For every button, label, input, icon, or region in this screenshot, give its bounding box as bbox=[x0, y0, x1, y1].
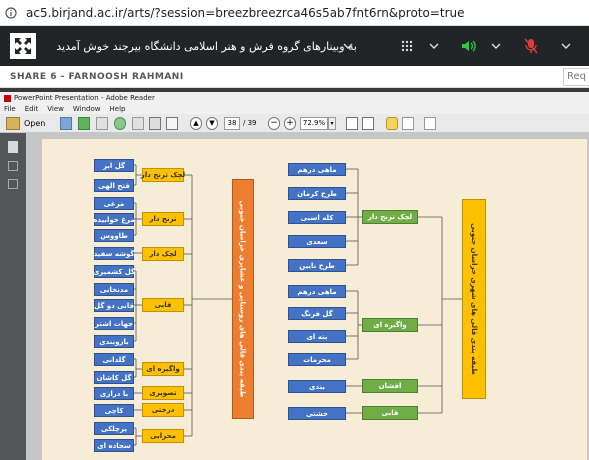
share-bar: SHARE 6 - FARNOOSH RAHMANI Req bbox=[0, 66, 589, 88]
highlight-icon[interactable] bbox=[402, 117, 414, 130]
zoom-in-icon[interactable]: + bbox=[284, 117, 296, 130]
right-blue-box: ماهی درهم bbox=[288, 285, 346, 298]
left-yellow-box: تصویری bbox=[142, 386, 184, 400]
zoom-dropdown-icon[interactable]: ▾ bbox=[328, 117, 336, 130]
right-blue-box: طرح کرمان bbox=[288, 187, 346, 200]
reader-toolbar: Open ▲ ▼ 38 / 39 − + 72.9% ▾ bbox=[0, 114, 589, 133]
slide-page: گل ابر فتح الهی مرغی مرغ خوابیده طاووس گ… bbox=[42, 139, 587, 460]
speaker-icon[interactable] bbox=[456, 26, 482, 66]
apps-grid-icon[interactable] bbox=[396, 26, 418, 66]
mic-muted-icon[interactable] bbox=[518, 26, 544, 66]
url-text[interactable]: ac5.birjand.ac.ir/arts/?session=breezbre… bbox=[26, 6, 465, 20]
previous-page-icon[interactable]: ▲ bbox=[190, 117, 202, 130]
left-root-label: طبقه بندی قالی های روستایی و عشایری خراس… bbox=[239, 200, 247, 398]
signatures-icon[interactable] bbox=[8, 179, 18, 189]
right-blue-box: سعدی bbox=[288, 235, 346, 248]
left-blue-box: با درازی bbox=[94, 387, 134, 400]
left-yellow-box: واگیره ای bbox=[142, 362, 184, 376]
right-green-box: افشان bbox=[362, 379, 418, 393]
left-yellow-box: لچک ترنج دار bbox=[141, 168, 185, 182]
left-blue-box: گل ابر bbox=[94, 159, 134, 172]
reader-window-title: PowerPoint Presentation - Adobe Reader bbox=[14, 94, 155, 102]
right-blue-box: کله اسبی bbox=[288, 211, 346, 224]
chevron-down-icon[interactable] bbox=[340, 26, 356, 66]
left-blue-box: کاچی bbox=[94, 404, 134, 417]
pdf-app-icon bbox=[4, 94, 11, 102]
zoom-level-input[interactable]: 72.9% bbox=[300, 117, 328, 130]
left-blue-box: فتح الهی bbox=[94, 179, 134, 192]
meeting-title: به وبینارهای گروه فرش و هنر اسلامی دانشگ… bbox=[56, 39, 357, 53]
right-blue-box: گل فرنگ bbox=[288, 307, 346, 320]
reader-title-bar: PowerPoint Presentation - Adobe Reader bbox=[0, 92, 589, 104]
chevron-down-icon[interactable] bbox=[486, 26, 506, 66]
left-blue-box: طاووس bbox=[94, 229, 134, 242]
reader-side-panel bbox=[0, 133, 26, 460]
left-blue-box: جهات اشتر bbox=[94, 317, 134, 330]
reader-menu-bar: File Edit View Window Help bbox=[0, 104, 589, 114]
page-total: / 39 bbox=[243, 119, 257, 127]
copy-icon[interactable] bbox=[132, 117, 144, 130]
left-root-box: طبقه بندی قالی های روستایی و عشایری خراس… bbox=[232, 179, 254, 419]
left-blue-box: مرغی bbox=[94, 197, 134, 210]
attachments-icon[interactable] bbox=[8, 161, 18, 171]
left-blue-box: قابی دو گل bbox=[94, 299, 134, 312]
left-yellow-box: ترنج دار bbox=[142, 212, 184, 226]
fit-page-icon[interactable] bbox=[346, 117, 358, 130]
app-logo bbox=[10, 33, 36, 59]
chevron-down-icon[interactable] bbox=[556, 26, 576, 66]
sign-icon[interactable] bbox=[424, 117, 436, 130]
left-yellow-box: درختی bbox=[142, 403, 184, 417]
left-blue-box: گل کشمیری bbox=[93, 265, 135, 278]
page-number-input[interactable]: 38 bbox=[224, 117, 240, 130]
browser-url-bar[interactable]: ac5.birjand.ac.ir/arts/?session=breezbre… bbox=[0, 0, 589, 26]
right-green-box: واگیره ای bbox=[362, 318, 418, 332]
save-icon[interactable] bbox=[96, 117, 108, 130]
meeting-top-bar: به وبینارهای گروه فرش و هنر اسلامی دانشگ… bbox=[0, 26, 589, 66]
left-blue-box: گلدانی bbox=[94, 353, 134, 366]
open-folder-icon[interactable] bbox=[6, 117, 20, 130]
document-canvas[interactable]: گل ابر فتح الهی مرغی مرغ خوابیده طاووس گ… bbox=[26, 133, 589, 460]
left-blue-box: پرچلکی bbox=[94, 422, 134, 435]
right-blue-box: محرمات bbox=[288, 353, 346, 366]
share-icon[interactable] bbox=[78, 117, 90, 130]
comment-icon[interactable] bbox=[386, 117, 398, 130]
menu-help[interactable]: Help bbox=[110, 105, 126, 113]
next-page-icon[interactable]: ▼ bbox=[206, 117, 218, 130]
menu-edit[interactable]: Edit bbox=[25, 105, 39, 113]
info-icon[interactable] bbox=[4, 6, 18, 20]
right-blue-box: بندی bbox=[288, 380, 346, 393]
fit-width-icon[interactable] bbox=[362, 117, 374, 130]
right-root-label: طبقه بندی قالی های شهری خراسان جنوبی bbox=[470, 223, 478, 375]
email-icon[interactable] bbox=[166, 117, 178, 130]
menu-file[interactable]: File bbox=[4, 105, 16, 113]
right-green-box: قابی bbox=[362, 406, 418, 420]
request-button[interactable]: Req bbox=[563, 68, 589, 86]
left-blue-box: مدنخانی bbox=[94, 283, 134, 296]
pdf-reader-window: PowerPoint Presentation - Adobe Reader F… bbox=[0, 92, 589, 460]
share-title: SHARE 6 - FARNOOSH RAHMANI bbox=[10, 71, 184, 82]
menu-view[interactable]: View bbox=[47, 105, 64, 113]
right-blue-box: بته ای bbox=[288, 330, 346, 343]
left-blue-box: سجاده ای bbox=[94, 439, 134, 452]
upload-icon[interactable] bbox=[114, 117, 126, 130]
zoom-out-icon[interactable]: − bbox=[268, 117, 280, 130]
create-pdf-icon[interactable] bbox=[60, 117, 72, 130]
left-blue-box: گل کاشان bbox=[94, 371, 134, 384]
left-blue-box: گوشه سفید bbox=[94, 247, 134, 260]
left-blue-box: مرغ خوابیده bbox=[93, 213, 135, 226]
right-green-box: لچک ترنج دار bbox=[362, 210, 418, 224]
left-yellow-box: لچک دار bbox=[142, 247, 184, 261]
right-blue-box: ماهی درهم bbox=[288, 163, 346, 176]
chevron-down-icon[interactable] bbox=[424, 26, 444, 66]
left-yellow-box: قابی bbox=[142, 298, 184, 312]
right-blue-box: طرح نایین bbox=[288, 259, 346, 272]
right-root-box: طبقه بندی قالی های شهری خراسان جنوبی bbox=[462, 199, 486, 399]
left-blue-box: بازوبندی bbox=[94, 335, 134, 348]
menu-window[interactable]: Window bbox=[73, 105, 101, 113]
open-button[interactable]: Open bbox=[24, 117, 45, 130]
print-icon[interactable] bbox=[149, 117, 161, 130]
left-yellow-box: محرابی bbox=[142, 429, 184, 443]
right-blue-box: خشتی bbox=[288, 407, 346, 420]
pages-panel-icon[interactable] bbox=[8, 141, 18, 153]
